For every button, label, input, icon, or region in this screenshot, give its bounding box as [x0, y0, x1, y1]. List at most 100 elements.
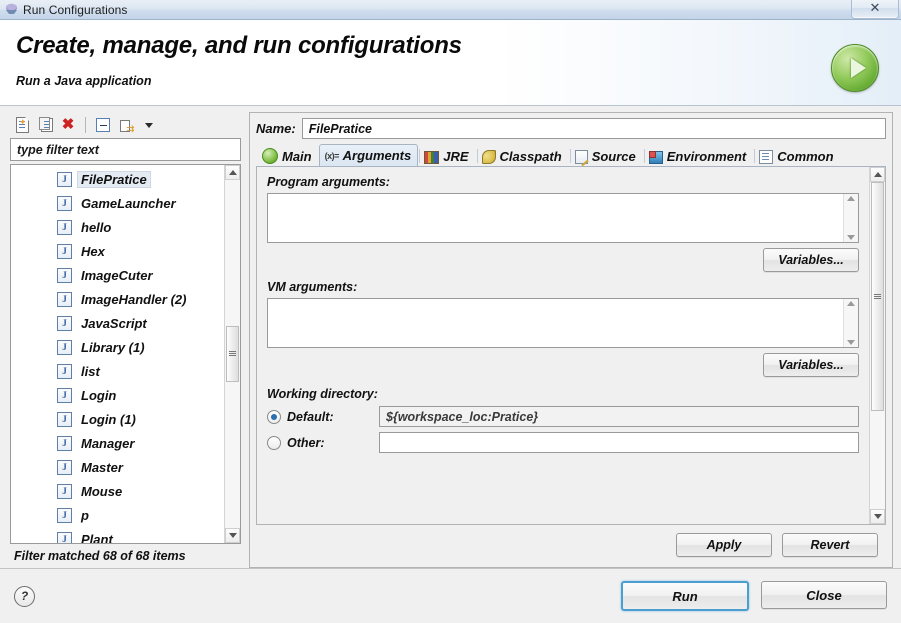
java-class-icon: J: [57, 268, 72, 283]
close-button[interactable]: Close: [761, 581, 887, 609]
window-titlebar: Run Configurations ✕: [0, 0, 901, 20]
program-arguments-label: Program arguments:: [267, 175, 859, 189]
tree-item-manager[interactable]: J Manager: [11, 431, 224, 455]
tree-item-imagecuter[interactable]: J ImageCuter: [11, 263, 224, 287]
tree-item-mouse[interactable]: J Mouse: [11, 479, 224, 503]
tree-item-p[interactable]: J p: [11, 503, 224, 527]
tree-item-label: Hex: [78, 244, 108, 259]
working-directory-default-value: ${workspace_loc:Pratice}: [386, 410, 538, 424]
scroll-down-icon[interactable]: [847, 235, 855, 240]
scroll-down-icon[interactable]: [847, 340, 855, 345]
tree-item-label: ImageCuter: [78, 268, 156, 283]
configurations-tree[interactable]: J FilePratice J GameLauncher J hello J H…: [11, 165, 224, 543]
tree-item-imagehandler-2[interactable]: J ImageHandler (2): [11, 287, 224, 311]
scroll-down-icon[interactable]: [870, 509, 885, 524]
java-class-icon: J: [57, 436, 72, 451]
page-title: Create, manage, and run configurations: [16, 32, 901, 60]
java-class-icon: J: [57, 508, 72, 523]
tab-classpath[interactable]: Classpath: [476, 145, 569, 166]
delete-configuration-button[interactable]: ✖: [58, 115, 78, 135]
tree-item-label: ImageHandler (2): [78, 292, 189, 307]
tab-common[interactable]: Common: [753, 145, 840, 166]
filter-link-icon: [120, 119, 133, 132]
tree-item-master[interactable]: J Master: [11, 455, 224, 479]
tree-item-label: Plant: [78, 532, 116, 544]
collapse-all-icon: [96, 118, 110, 132]
java-class-icon: J: [57, 172, 72, 187]
delete-red-x-icon: ✖: [62, 118, 75, 132]
vm-arguments-scrollbar[interactable]: [843, 299, 858, 347]
arguments-scrollbar-track[interactable]: [870, 182, 885, 509]
chevron-down-icon: [145, 123, 153, 128]
tab-source[interactable]: Source: [569, 145, 643, 166]
revert-button[interactable]: Revert: [782, 533, 878, 557]
java-class-icon: J: [57, 484, 72, 499]
tree-item-hex[interactable]: J Hex: [11, 239, 224, 263]
collapse-all-button[interactable]: [93, 115, 113, 135]
configurations-toolbar: ✦ ✖: [8, 112, 243, 138]
tree-item-gamelauncher[interactable]: J GameLauncher: [11, 191, 224, 215]
tree-scrollbar[interactable]: [224, 165, 240, 543]
toolbar-menu-button[interactable]: [139, 115, 159, 135]
run-configurations-dialog: Run Configurations ✕ Create, manage, and…: [0, 0, 901, 623]
program-arguments-textarea[interactable]: [268, 194, 843, 242]
program-arguments-variables-button[interactable]: Variables...: [763, 248, 859, 272]
tab-jre[interactable]: JRE: [418, 145, 475, 166]
tab-label: Common: [777, 149, 833, 164]
scroll-up-icon[interactable]: [870, 167, 885, 182]
tree-item-list[interactable]: J list: [11, 359, 224, 383]
scroll-up-icon[interactable]: [847, 196, 855, 201]
scroll-up-icon[interactable]: [225, 165, 240, 180]
common-page-icon: [759, 150, 773, 164]
apply-button[interactable]: Apply: [676, 533, 772, 557]
java-class-icon: J: [57, 220, 72, 235]
run-button[interactable]: Run: [621, 581, 749, 611]
tree-item-filepratice[interactable]: J FilePratice: [11, 167, 224, 191]
working-directory-default-input[interactable]: ${workspace_loc:Pratice}: [379, 406, 859, 427]
program-arguments-scrollbar[interactable]: [843, 194, 858, 242]
tree-scrollbar-thumb[interactable]: [226, 326, 239, 382]
tree-item-label: Master: [78, 460, 126, 475]
run-configurations-icon: [5, 3, 18, 16]
tab-main[interactable]: Main: [256, 145, 319, 166]
working-directory-other-radio[interactable]: [267, 436, 281, 450]
vm-arguments-variables-button[interactable]: Variables...: [763, 353, 859, 377]
working-directory-default-row[interactable]: Default: ${workspace_loc:Pratice}: [267, 406, 859, 427]
duplicate-configuration-button[interactable]: [35, 115, 55, 135]
java-class-icon: J: [57, 244, 72, 259]
filter-input[interactable]: type filter text: [10, 138, 241, 161]
window-close-button[interactable]: ✕: [851, 0, 899, 19]
filter-configurations-button[interactable]: [116, 115, 136, 135]
tab-label: Source: [592, 149, 636, 164]
vm-arguments-textarea[interactable]: [268, 299, 843, 347]
tree-item-hello[interactable]: J hello: [11, 215, 224, 239]
java-class-icon: J: [57, 412, 72, 427]
working-directory-other-input[interactable]: [379, 432, 859, 453]
tree-item-label: Login: [78, 388, 119, 403]
tab-arguments[interactable]: (x)= Arguments: [319, 144, 419, 166]
working-directory-other-row[interactable]: Other:: [267, 432, 859, 453]
arguments-scrollbar-thumb[interactable]: [871, 182, 884, 411]
configuration-name-input[interactable]: FilePratice: [302, 118, 886, 139]
program-arguments-field[interactable]: [267, 193, 859, 243]
working-directory-default-radio[interactable]: [267, 410, 281, 424]
tree-item-login-1[interactable]: J Login (1): [11, 407, 224, 431]
new-configuration-button[interactable]: ✦: [12, 115, 32, 135]
tree-item-javascript[interactable]: J JavaScript: [11, 311, 224, 335]
tree-item-label: Login (1): [78, 412, 139, 427]
toolbar-separator: [85, 117, 86, 133]
tree-scrollbar-track[interactable]: [225, 180, 240, 528]
help-question-icon[interactable]: ?: [14, 586, 35, 607]
scroll-up-icon[interactable]: [847, 301, 855, 306]
tree-item-library-1[interactable]: J Library (1): [11, 335, 224, 359]
tree-item-label: Manager: [78, 436, 137, 451]
java-class-icon: J: [57, 388, 72, 403]
scroll-down-icon[interactable]: [225, 528, 240, 543]
tree-item-plant[interactable]: J Plant: [11, 527, 224, 543]
tab-environment[interactable]: Environment: [643, 145, 753, 166]
source-folder-pencil-icon: [575, 150, 588, 164]
tree-item-label: JavaScript: [78, 316, 150, 331]
tree-item-login[interactable]: J Login: [11, 383, 224, 407]
vm-arguments-field[interactable]: [267, 298, 859, 348]
arguments-panel-scrollbar[interactable]: [869, 167, 885, 524]
